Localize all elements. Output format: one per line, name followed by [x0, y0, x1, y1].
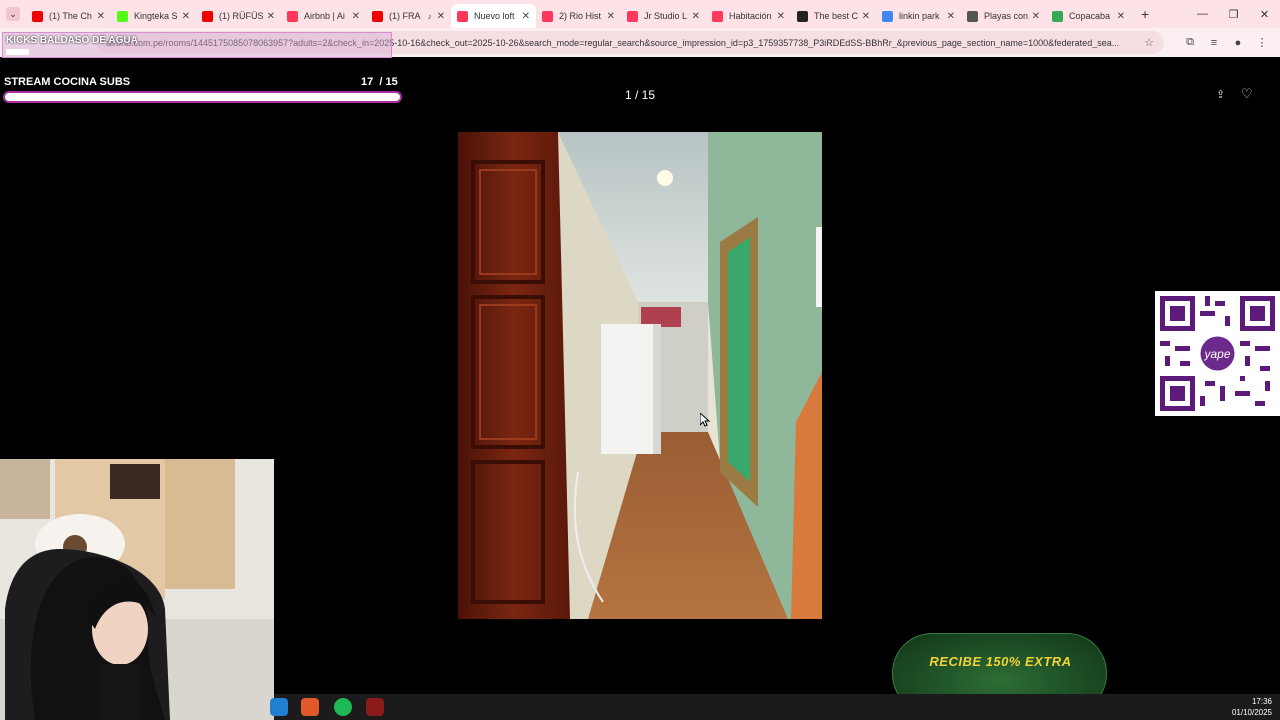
brave-icon[interactable]: [301, 698, 319, 716]
subs-total: / 15: [379, 76, 398, 88]
app-icon[interactable]: [366, 698, 384, 716]
share-icon[interactable]: ⇪: [1216, 88, 1230, 102]
tab-strip: ⌄ (1) The Ch ✕ Kingteka S ✕ (1) RÜFÜS ✕ Airbnb…: [0, 0, 1280, 28]
tab-title: Jr Studio L: [644, 11, 688, 21]
svg-text:yape: yape: [1203, 347, 1230, 361]
close-tab-icon[interactable]: ✕: [437, 11, 445, 22]
profile-icon[interactable]: ●: [1226, 31, 1250, 54]
close-tab-icon[interactable]: ✕: [777, 11, 785, 22]
yape-qr-code: yape: [1155, 291, 1280, 416]
youtube-icon: [372, 10, 383, 22]
tab-title: (1) FRA: [389, 11, 421, 21]
heart-icon[interactable]: ♡: [1241, 86, 1255, 101]
browser-tab[interactable]: 2) Rio Hist ✕: [536, 4, 621, 28]
close-window-icon[interactable]: ✕: [1249, 0, 1280, 28]
toolbar-actions: ⧉ ≡ ● ⋮: [1178, 31, 1274, 54]
menu-icon[interactable]: ⋮: [1250, 31, 1274, 54]
clock-date: 01/10/2025: [1231, 708, 1272, 717]
promo-text: RECIBE 150% EXTRA: [929, 654, 1072, 669]
minimize-icon[interactable]: —: [1187, 0, 1218, 28]
kicks-goal-overlay: KICKS BALDASO DE AGUA: [2, 32, 392, 58]
close-tab-icon[interactable]: ✕: [267, 11, 275, 22]
tab-title: 2) Rio Hist: [559, 11, 602, 21]
tab-title: Habitación: [729, 11, 772, 21]
restore-icon[interactable]: ❐: [1218, 0, 1249, 28]
browser-tab[interactable]: Copacaba ✕: [1046, 4, 1131, 28]
browser-tab[interactable]: linkin park ✕: [876, 4, 961, 28]
system-clock[interactable]: 17:36 01/10/2025: [1232, 696, 1272, 718]
close-tab-icon[interactable]: ✕: [607, 11, 615, 22]
mouse-cursor-icon: [700, 413, 710, 427]
streamer-camera-illustration: [0, 459, 274, 720]
airbnb-icon: [627, 10, 638, 22]
qr-code-icon: yape: [1155, 291, 1280, 416]
clock-time: 17:36: [1251, 697, 1272, 706]
spotify-icon[interactable]: [334, 698, 352, 716]
subs-goal-bar: [3, 91, 402, 103]
airbnb-icon: [542, 10, 553, 22]
close-tab-icon[interactable]: ✕: [1117, 11, 1125, 22]
listing-photo[interactable]: [458, 132, 822, 619]
browser-tab[interactable]: (1) The Ch ✕: [26, 4, 111, 28]
tab-title: Copacaba: [1069, 11, 1111, 21]
edge-icon[interactable]: [270, 698, 288, 716]
browser-tab[interactable]: The best C ✕: [791, 4, 876, 28]
globe-icon: [967, 10, 978, 22]
kicks-goal-title: KICKS BALDASO DE AGUA: [6, 35, 138, 46]
close-tab-icon[interactable]: ✕: [692, 11, 700, 22]
google-icon: [882, 10, 893, 22]
close-tab-icon[interactable]: ✕: [1032, 11, 1040, 22]
tab-title: (1) RÜFÜS: [219, 11, 264, 21]
subs-goal-title: STREAM COCINA SUBS: [4, 76, 131, 88]
browser-tab[interactable]: Jr Studio L ✕: [621, 4, 706, 28]
subs-goal-fill: [5, 93, 400, 101]
youtube-icon: [32, 10, 43, 22]
tab-list: (1) The Ch ✕ Kingteka S ✕ (1) RÜFÜS ✕ Airbnb |…: [26, 0, 1131, 28]
window-controls: — ❐ ✕: [1187, 0, 1280, 28]
youtube-icon: [202, 10, 213, 22]
kicks-goal-progress: [6, 49, 30, 55]
new-tab-icon[interactable]: +: [1141, 6, 1149, 22]
browser-tab[interactable]: (1) FRA ♪ ✕: [366, 4, 451, 28]
close-tab-icon[interactable]: ✕: [182, 11, 190, 22]
close-tab-icon[interactable]: ✕: [522, 11, 530, 22]
subs-current: 17: [361, 76, 374, 88]
browser-tab[interactable]: Habitación ✕: [706, 4, 791, 28]
browser-tab[interactable]: Playas con ✕: [961, 4, 1046, 28]
tab-title: Airbnb | Ai: [304, 11, 345, 21]
extensions-icon[interactable]: ⧉: [1178, 31, 1202, 54]
browser-tab[interactable]: (1) RÜFÜS ✕: [196, 4, 281, 28]
tab-search-icon[interactable]: ⌄: [6, 7, 20, 21]
airbnb-icon: [287, 10, 298, 22]
photo-counter: 1 / 15: [624, 88, 656, 102]
tab-title: Kingteka S: [134, 11, 178, 21]
tab-title: Playas con: [984, 11, 1029, 21]
taskbar: 17:36 01/10/2025: [270, 694, 1280, 720]
close-tab-icon[interactable]: ✕: [862, 11, 870, 22]
airbnb-icon: [712, 10, 723, 22]
kick-icon: [117, 10, 128, 22]
maps-icon: [1052, 10, 1063, 22]
close-tab-icon[interactable]: ✕: [352, 11, 360, 22]
subs-goal-count: 17 / 15: [361, 76, 398, 88]
browser-tab[interactable]: Airbnb | Ai ✕: [281, 4, 366, 28]
tab-title: (1) The Ch: [49, 11, 92, 21]
tab-title: Nuevo loft: [474, 11, 515, 21]
bookmark-star-icon[interactable]: ☆: [1144, 36, 1154, 49]
browser-tab[interactable]: Nuevo loft ✕: [451, 4, 536, 28]
audio-playing-icon[interactable]: ♪: [428, 12, 432, 21]
hallway-photo-illustration: [458, 132, 822, 619]
close-tab-icon[interactable]: ✕: [97, 11, 105, 22]
close-tab-icon[interactable]: ✕: [947, 11, 955, 22]
tab-title: linkin park: [899, 11, 940, 21]
media-icon[interactable]: ≡: [1202, 31, 1226, 54]
site-icon: [797, 10, 808, 22]
browser-tab[interactable]: Kingteka S ✕: [111, 4, 196, 28]
screen: ⌄ (1) The Ch ✕ Kingteka S ✕ (1) RÜFÜS ✕ Airbnb…: [0, 0, 1280, 720]
webcam-feed: [0, 459, 274, 720]
airbnb-icon: [457, 10, 468, 22]
tab-title: The best C: [814, 11, 859, 21]
